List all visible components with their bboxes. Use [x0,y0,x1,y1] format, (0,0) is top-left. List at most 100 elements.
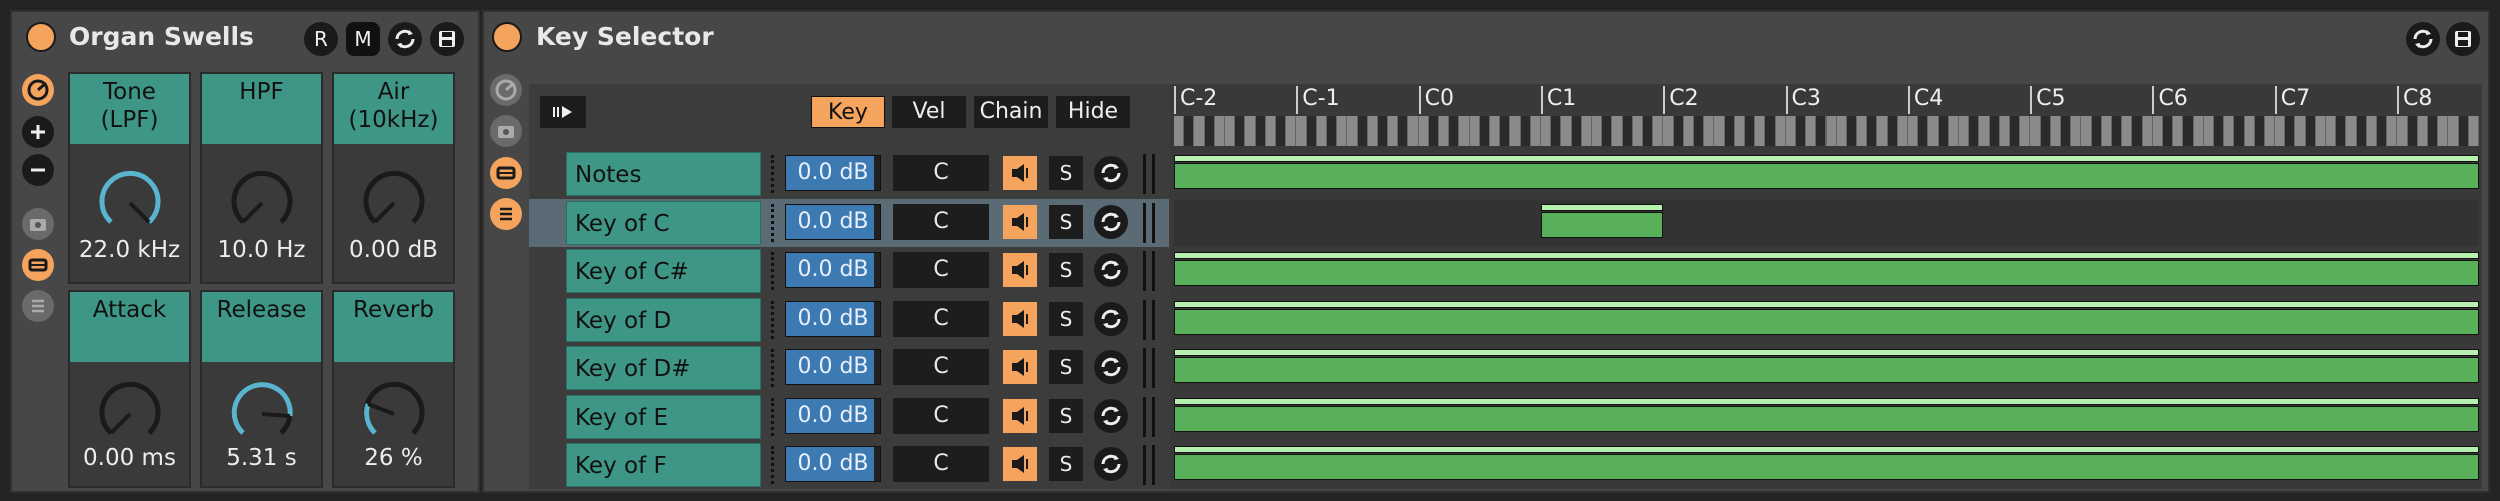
knob[interactable] [94,167,166,239]
chain-transpose-key[interactable]: C [893,397,989,434]
chain-activator-button[interactable] [1003,156,1037,190]
chain-select-power-button[interactable] [492,22,522,52]
chain-solo-button[interactable]: S [1049,204,1083,239]
macro-tone-lpf[interactable]: Tone (LPF) 22.0 kHz [68,72,191,284]
mini-key[interactable] [1510,116,1520,146]
range-main-bar[interactable] [1174,308,2479,335]
mini-key[interactable] [2152,116,2162,146]
mini-key[interactable] [1235,116,1245,146]
mini-key[interactable] [1785,116,1795,146]
chain-row[interactable]: Notes 0.0 dB C S [529,150,1169,198]
chain-name[interactable]: Notes [566,152,761,196]
mini-key[interactable] [1439,116,1449,146]
mini-key[interactable] [1602,116,1612,146]
mini-key[interactable] [1296,116,1306,146]
drag-handle[interactable] [771,397,778,436]
mini-key[interactable] [2101,116,2111,146]
chain-solo-button[interactable]: S [1049,350,1083,384]
mini-key[interactable] [1428,116,1439,146]
hot-swap-button[interactable] [1094,398,1128,433]
mini-key[interactable] [1846,116,1857,146]
mini-key[interactable] [2091,116,2101,146]
mini-key[interactable] [2020,116,2030,146]
chain-row[interactable]: Key of D 0.0 dB C S [529,295,1169,344]
key-range-zone[interactable] [1174,248,2479,294]
drag-handle[interactable] [771,349,778,387]
key-range-zone[interactable] [1174,345,2479,391]
chain-activator-button[interactable] [1003,350,1037,384]
mini-key[interactable] [1520,116,1530,146]
mini-key[interactable] [1744,116,1755,146]
drag-handle[interactable] [771,446,778,484]
macro-reverb[interactable]: Reverb 26 % [332,290,455,488]
mini-key[interactable] [1683,116,1693,146]
chain-name[interactable]: Key of D# [566,346,761,390]
mini-key[interactable] [1897,116,1908,146]
mini-key[interactable] [2295,116,2305,146]
mini-key[interactable] [1816,116,1826,146]
mini-key[interactable] [1632,116,1642,146]
key-range-zone[interactable] [1174,199,2479,246]
mini-key[interactable] [1581,116,1591,146]
mini-key[interactable] [1286,116,1296,146]
mini-key[interactable] [1836,116,1846,146]
chain-name[interactable]: Key of F [566,443,761,487]
chain-activator-button[interactable] [1003,447,1037,481]
mini-key[interactable] [2030,116,2040,146]
mini-key[interactable] [2010,116,2020,146]
chain-volume[interactable]: 0.0 dB [785,252,881,288]
range-fade-bar[interactable] [1174,155,2479,162]
mini-key[interactable] [2254,116,2264,146]
mini-key[interactable] [1663,116,1673,146]
mini-key[interactable] [1316,116,1326,146]
chain-list-toggle[interactable] [490,157,522,189]
mini-key[interactable] [1255,116,1265,146]
mini-key[interactable] [2346,116,2356,146]
mini-key[interactable] [1693,116,1704,146]
mini-key[interactable] [2264,116,2275,146]
mini-key[interactable] [1306,116,1316,146]
mini-key[interactable] [1469,116,1479,146]
mini-key[interactable] [1826,116,1836,146]
hot-swap-button[interactable] [1094,350,1128,384]
tab-key[interactable]: Key [811,96,885,128]
mini-key[interactable] [2275,116,2285,146]
tab-vel[interactable]: Vel [892,96,966,128]
mini-key[interactable] [2448,116,2458,146]
drag-handle[interactable] [771,252,778,290]
mini-key[interactable] [1918,116,1928,146]
mini-key[interactable] [1174,116,1184,146]
macro-attack[interactable]: Attack 0.00 ms [68,290,191,488]
hot-swap-button[interactable] [2406,22,2440,56]
mini-key[interactable] [1714,116,1724,146]
mini-key[interactable] [1541,116,1551,146]
mini-key[interactable] [1724,116,1734,146]
chain-transpose-key[interactable]: C [893,446,989,482]
mini-key[interactable] [2438,116,2448,146]
chain-row[interactable]: Key of C 0.0 dB C S [529,198,1169,247]
knob[interactable] [358,167,430,239]
chain-activator-button[interactable] [1003,204,1037,239]
chain-solo-button[interactable]: S [1049,398,1083,433]
mini-key[interactable] [2285,116,2295,146]
chain-volume[interactable]: 0.0 dB [785,203,881,240]
mini-key[interactable] [2183,116,2193,146]
mini-key[interactable] [2366,116,2377,146]
mini-key[interactable] [1408,116,1418,146]
mini-key[interactable] [2040,116,2050,146]
chain-volume[interactable]: 0.0 dB [785,446,881,482]
mini-key[interactable] [1184,116,1194,146]
mini-key[interactable] [2417,116,2428,146]
randomize-macros-button[interactable] [22,208,54,240]
macro-release[interactable]: Release 5.31 s [200,290,323,488]
range-main-bar[interactable] [1541,211,1664,238]
mini-key[interactable] [2428,116,2438,146]
tab-hide[interactable]: Hide [1056,96,1130,128]
mini-key[interactable] [1999,116,2009,146]
chain-solo-button[interactable]: S [1049,156,1083,190]
mini-key[interactable] [1806,116,1816,146]
mini-key[interactable] [2458,116,2468,146]
mini-key[interactable] [1775,116,1785,146]
mini-key[interactable] [1867,116,1877,146]
mini-key[interactable] [2050,116,2060,146]
